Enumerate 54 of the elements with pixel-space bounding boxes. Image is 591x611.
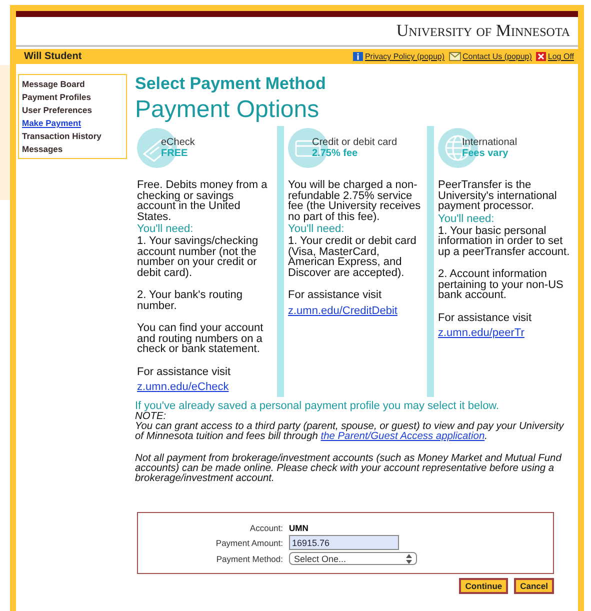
requirement-text: 1. Your basic personal information in order to set up a peerTransfer account. xyxy=(438,226,571,257)
assistance-link[interactable]: z.umn.edu/eCheck xyxy=(137,381,229,393)
assistance-text: For assistance visit xyxy=(438,312,533,323)
needs-heading: You'll need: xyxy=(438,212,496,224)
option-fee: FREE xyxy=(161,148,189,159)
requirement-text: 2. Your bank's routing number. xyxy=(137,290,244,311)
requirement-text: 2. Account information pertaining to your non-US bank account. xyxy=(438,269,564,300)
assistance-text: For assistance visit xyxy=(137,366,232,377)
sidebar-item[interactable]: Transaction History xyxy=(22,131,123,141)
header-link[interactable]: Privacy Policy (popup) xyxy=(364,52,445,61)
site-title: University of Minnesota xyxy=(396,21,570,41)
option-description: You will be charged a non-refundable 2.75% service fee (the University receives no part of this fee). xyxy=(288,180,422,222)
needs-heading: You'll need: xyxy=(288,223,346,235)
sidebar-item[interactable]: Messages xyxy=(22,144,123,154)
header-link[interactable]: Log Off xyxy=(548,52,574,61)
info-icon xyxy=(352,52,363,61)
assistance-link[interactable]: z.umn.edu/peerTr xyxy=(438,327,524,339)
section-heading: Payment Options xyxy=(135,96,320,124)
method-dropdown[interactable]: Select One... xyxy=(289,552,417,565)
header-link[interactable]: Contact Us (popup) xyxy=(462,52,532,61)
envelope-icon xyxy=(448,52,461,61)
sidebar-item[interactable]: Make Payment xyxy=(22,118,123,128)
option-name: International xyxy=(462,137,518,148)
option-fee: Fees vary xyxy=(462,148,510,159)
note-text: You can grant access to a third party (parent, spouse, or guest) to view and pay your University of Minnesota tuition and fees bill through the Parent/Guest Access application. xyxy=(135,422,566,442)
option-name: eCheck xyxy=(161,137,195,148)
sidebar-item[interactable]: Payment Profiles xyxy=(22,92,123,102)
option-description: Free. Debits money from a checking or savings account in the United States. xyxy=(137,180,268,222)
option-fee: 2.75% fee xyxy=(312,148,359,159)
guest-access-link[interactable]: the Parent/Guest Access application xyxy=(320,431,485,442)
profile-hint: If you've already saved a personal payment profile you may select it below. xyxy=(135,400,500,412)
account-value: UMN xyxy=(289,523,308,533)
cancel-button[interactable]: Cancel xyxy=(514,578,554,594)
sidebar-item[interactable]: Message Board xyxy=(22,79,123,89)
page-heading: Select Payment Method xyxy=(135,74,327,94)
brokerage-note: Not all payment from brokerage/investment accounts (such as Money Market and Mutual Fund accounts) can be made online. Please check with your account representative before using a brokerage/investment account. xyxy=(135,454,563,484)
close-icon xyxy=(536,52,546,61)
user-name: Will Student xyxy=(24,51,82,62)
requirement-text: 1. Your savings/checking account number (not the number on your credit or debit card). xyxy=(137,236,260,278)
option-description: PeerTransfer is the University's international payment processor. xyxy=(438,180,558,212)
requirement-text: 1. Your credit or debit card (Visa, MasterCard, American Express, and Discover are accepted). xyxy=(288,236,418,278)
needs-heading: You'll need: xyxy=(137,223,194,235)
note-label: NOTE: xyxy=(135,412,166,422)
sidebar-item[interactable]: User Preferences xyxy=(22,105,123,115)
field-label: Account: xyxy=(248,523,284,533)
requirement-text: You can find your account and routing numbers on a check or bank statement. xyxy=(137,323,264,354)
field-label: Payment Method: xyxy=(215,554,284,564)
assistance-text: For assistance visit xyxy=(288,290,383,300)
amount-field[interactable]: 16915.76 xyxy=(289,535,399,550)
updown-arrow-icon xyxy=(406,554,412,564)
option-name: Credit or debit card xyxy=(312,137,398,148)
continue-button[interactable]: Continue xyxy=(459,578,508,594)
assistance-link[interactable]: z.umn.edu/CreditDebit xyxy=(288,304,398,316)
field-label: Payment Amount: xyxy=(214,538,284,548)
